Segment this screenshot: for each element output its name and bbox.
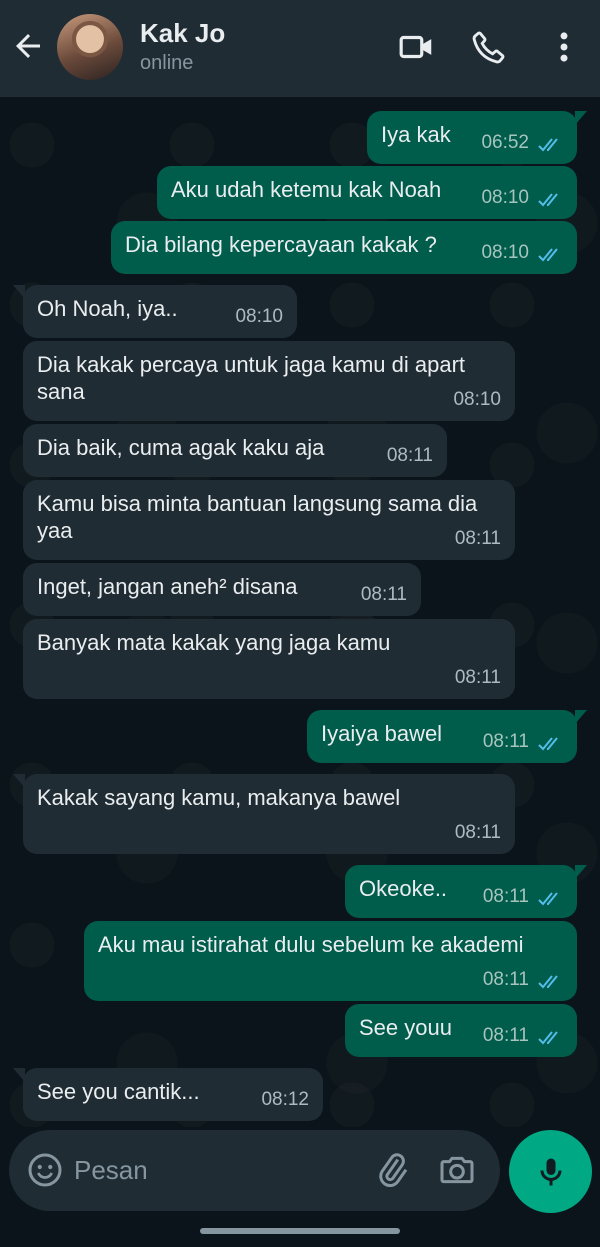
message-time: 08:10	[453, 389, 501, 410]
message-time: 08:11	[454, 528, 501, 549]
message-list[interactable]: Iya kak 06:52 Aku udah ketemu kak Noah 0…	[0, 97, 600, 1127]
contact-status: online	[140, 52, 194, 74]
message-outgoing[interactable]: Dia bilang kepercayaan kakak ? 08:10	[111, 221, 577, 274]
message-time: 08:11	[482, 969, 529, 990]
message-time: 08:10	[481, 187, 529, 208]
gesture-nav-bar[interactable]	[200, 1228, 400, 1234]
message-text: Aku mau istirahat dulu sebelum ke akadem…	[98, 932, 524, 957]
phone-call-icon[interactable]	[470, 28, 508, 66]
message-outgoing[interactable]: Iya kak 06:52	[367, 111, 587, 164]
message-time: 08:11	[360, 584, 407, 605]
message-incoming[interactable]: Kakak sayang kamu, makanya bawel 08:11	[13, 774, 515, 854]
read-ticks-icon	[538, 138, 558, 152]
message-text: Okeoke..	[359, 876, 448, 901]
attach-icon[interactable]	[372, 1150, 412, 1190]
message-time: 06:52	[481, 132, 529, 153]
microphone-icon	[540, 1158, 561, 1185]
message-incoming[interactable]: Banyak mata kakak yang jaga kamu 08:11	[23, 619, 515, 699]
message-time: 08:12	[261, 1089, 309, 1110]
message-incoming[interactable]: See you cantik... 08:12	[13, 1068, 323, 1121]
message-time: 08:11	[454, 667, 501, 688]
message-text: See youu	[359, 1015, 452, 1040]
back-arrow-icon[interactable]	[10, 28, 46, 64]
read-ticks-icon	[538, 1031, 558, 1045]
video-call-icon[interactable]	[398, 28, 436, 66]
message-text: Kakak sayang kamu, makanya bawel	[37, 785, 401, 810]
message-text: Kamu bisa minta bantuan langsung sama di…	[37, 491, 484, 543]
message-time: 08:11	[454, 822, 501, 843]
message-text: Dia baik, cuma agak kaku aja	[37, 435, 325, 460]
message-time: 08:10	[235, 306, 283, 327]
bubble-tail	[575, 865, 587, 879]
bubble-tail	[575, 111, 587, 125]
contact-name: Kak Jo	[140, 18, 226, 48]
bubble-tail	[575, 710, 587, 724]
message-text: Iya kak	[381, 122, 451, 147]
read-ticks-icon	[538, 737, 558, 751]
message-incoming[interactable]: Dia kakak percaya untuk jaga kamu di apa…	[23, 341, 515, 421]
camera-icon[interactable]	[437, 1150, 477, 1190]
bubble-tail	[13, 1068, 25, 1082]
contact-info[interactable]: Kak Jo online	[140, 18, 225, 76]
message-incoming[interactable]: Kamu bisa minta bantuan langsung sama di…	[23, 480, 515, 560]
avatar[interactable]	[57, 14, 123, 80]
message-incoming[interactable]: Inget, jangan aneh² disana 08:11	[23, 563, 421, 616]
message-outgoing[interactable]: Iyaiya bawel 08:11	[307, 710, 587, 763]
chat-header: Kak Jo online	[0, 0, 600, 97]
message-text: Banyak mata kakak yang jaga kamu	[37, 630, 391, 655]
bubble-tail	[13, 285, 25, 299]
message-time: 08:11	[482, 1025, 529, 1046]
message-time: 08:11	[386, 445, 433, 466]
read-ticks-icon	[538, 892, 558, 906]
message-time: 08:10	[481, 242, 529, 263]
read-ticks-icon	[538, 248, 558, 262]
read-ticks-icon	[538, 193, 558, 207]
message-time: 08:11	[482, 731, 529, 752]
message-outgoing[interactable]: See youu 08:11	[345, 1004, 577, 1057]
message-incoming[interactable]: Oh Noah, iya.. 08:10	[13, 285, 297, 338]
emoji-icon[interactable]	[27, 1152, 63, 1188]
voice-record-button[interactable]	[509, 1130, 592, 1213]
bubble-tail	[13, 774, 25, 788]
message-outgoing[interactable]: Aku udah ketemu kak Noah 08:10	[157, 166, 577, 219]
more-options-icon[interactable]	[545, 28, 583, 66]
message-incoming[interactable]: Dia baik, cuma agak kaku aja 08:11	[23, 424, 447, 477]
read-ticks-icon	[538, 975, 558, 989]
message-input-bar[interactable]: Pesan	[9, 1130, 500, 1211]
message-time: 08:11	[482, 886, 529, 907]
message-text: Inget, jangan aneh² disana	[37, 574, 298, 599]
message-outgoing[interactable]: Okeoke.. 08:11	[345, 865, 587, 918]
message-input[interactable]: Pesan	[74, 1155, 148, 1186]
message-outgoing[interactable]: Aku mau istirahat dulu sebelum ke akadem…	[84, 921, 577, 1001]
message-text: Dia kakak percaya untuk jaga kamu di apa…	[37, 352, 472, 404]
